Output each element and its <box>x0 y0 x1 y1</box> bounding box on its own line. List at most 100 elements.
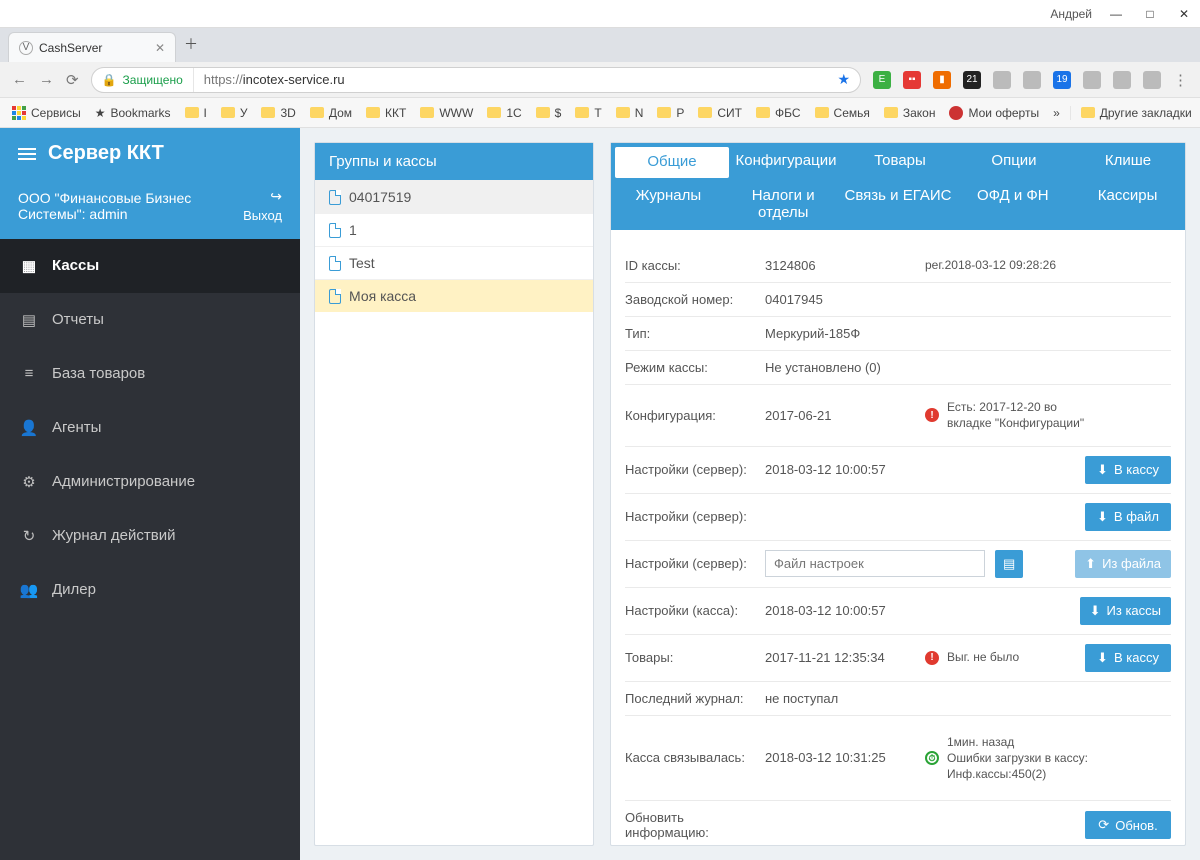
bookmark-folder[interactable]: T <box>575 106 601 120</box>
to-kassa-button[interactable]: ⬇В кассу <box>1085 644 1171 672</box>
list-item[interactable]: 04017519 <box>315 180 593 213</box>
tab-ofd[interactable]: ОФД и ФН <box>955 178 1070 230</box>
nav-agents[interactable]: 👤 Агенты <box>0 401 300 455</box>
nav-logs[interactable]: ↻ Журнал действий <box>0 509 300 563</box>
bookmark-folder[interactable]: N <box>616 106 644 120</box>
tab-config[interactable]: Конфигурации <box>729 143 843 178</box>
upload-icon: ⬆ <box>1085 556 1096 572</box>
browse-file-button[interactable]: ▤ <box>995 550 1023 578</box>
to-file-button[interactable]: ⬇В файл <box>1085 503 1171 531</box>
tab-close-icon[interactable]: ✕ <box>155 41 165 55</box>
reload-button[interactable]: ⟳ <box>66 71 79 89</box>
bookmark-folder[interactable]: P <box>657 106 684 120</box>
nav-dealer[interactable]: 👥 Дилер <box>0 563 300 617</box>
agent-icon: 👤 <box>20 419 38 437</box>
bookmark-folder[interactable]: WWW <box>420 106 473 120</box>
refresh-button[interactable]: ⟳Обнов. <box>1085 811 1171 839</box>
ok-icon <box>925 751 939 765</box>
sidebar-nav: ▦ Кассы ▤ Отчеты ≡ База товаров 👤 Агенты… <box>0 239 300 617</box>
browser-tab[interactable]: V CashServer ✕ <box>8 32 176 62</box>
extension-icon[interactable] <box>993 71 1011 89</box>
tab-general[interactable]: Общие <box>615 147 729 178</box>
row-settings-server-2: Настройки (сервер): ⬇В файл <box>625 494 1171 541</box>
row-settings-server-3: Настройки (сервер): ▤ ⬆Из файла <box>625 541 1171 588</box>
sidebar: Сервер ККТ ООО "Финансовые Бизнес Систем… <box>0 128 300 860</box>
bookmark-folder[interactable]: I <box>185 106 207 120</box>
maximize-button[interactable]: □ <box>1142 7 1158 21</box>
bookmarks-overflow[interactable]: » <box>1053 106 1060 120</box>
tab-taxes[interactable]: Налоги и отделы <box>726 178 841 230</box>
bookmark-item[interactable]: Мои оферты <box>949 106 1039 120</box>
url-field[interactable]: 🔒 Защищено https://incotex-service.ru ★ <box>91 67 861 93</box>
row-settings-server-1: Настройки (сервер): 2018-03-12 10:00:57 … <box>625 447 1171 494</box>
star-icon[interactable]: ★ <box>837 71 850 88</box>
tab-journals[interactable]: Журналы <box>611 178 726 230</box>
extension-icon[interactable] <box>1113 71 1131 89</box>
tab-goods[interactable]: Товары <box>843 143 957 178</box>
bookmark-folder[interactable]: ККТ <box>366 106 406 120</box>
list-item[interactable]: Моя касса <box>315 279 593 312</box>
back-button[interactable]: ← <box>12 71 27 88</box>
settings-file-input[interactable] <box>765 550 985 577</box>
other-bookmarks[interactable]: Другие закладки <box>1081 106 1192 120</box>
org-name: ООО "Финансовые Бизнес Системы": admin <box>18 190 218 222</box>
tab-cashiers[interactable]: Кассиры <box>1070 178 1185 230</box>
close-button[interactable]: ✕ <box>1176 7 1192 21</box>
row-id: ID кассы: 3124806 рег.2018-03-12 09:28:2… <box>625 248 1171 283</box>
bookmark-folder[interactable]: $ <box>536 106 562 120</box>
bookmark-folder[interactable]: СИТ <box>698 106 742 120</box>
row-config: Конфигурация: 2017-06-21 !Есть: 2017-12-… <box>625 385 1171 446</box>
extension-icon[interactable]: ▪▪ <box>903 71 921 89</box>
menu-icon[interactable]: ⋮ <box>1173 71 1188 89</box>
nav-reports[interactable]: ▤ Отчеты <box>0 293 300 347</box>
nav-goods-db[interactable]: ≡ База товаров <box>0 347 300 401</box>
file-icon <box>329 289 341 304</box>
extension-icon[interactable]: 21 <box>963 71 981 89</box>
extension-icon[interactable]: 19 <box>1053 71 1071 89</box>
file-icon <box>329 223 341 238</box>
tab-egais[interactable]: Связь и ЕГАИС <box>841 178 956 230</box>
row-settings-kassa: Настройки (касса): 2018-03-12 10:00:57 ⬇… <box>625 588 1171 635</box>
download-icon: ⬇ <box>1097 650 1108 666</box>
nav-admin[interactable]: ⚙ Администрирование <box>0 455 300 509</box>
from-file-button[interactable]: ⬆Из файла <box>1075 550 1171 578</box>
bookmark-folder[interactable]: У <box>221 106 248 120</box>
gear-icon: ⚙ <box>20 473 38 491</box>
list-item[interactable]: 1 <box>315 213 593 246</box>
forward-button[interactable]: → <box>39 71 54 88</box>
new-tab-button[interactable]: ＋ <box>184 34 198 62</box>
bookmark-folder[interactable]: Закон <box>884 106 936 120</box>
detail-tabs: Общие Конфигурации Товары Опции Клише Жу… <box>611 143 1185 230</box>
tab-title: CashServer <box>39 41 149 55</box>
logout-button[interactable]: ↪ Выход <box>243 187 282 225</box>
file-icon: ▤ <box>1003 556 1015 572</box>
favicon-icon: V <box>19 41 33 55</box>
hamburger-icon[interactable] <box>18 148 36 160</box>
nav-kassy[interactable]: ▦ Кассы <box>0 239 300 293</box>
browser-tabstrip: V CashServer ✕ ＋ <box>0 28 1200 62</box>
bookmark-folder[interactable]: ФБС <box>756 106 801 120</box>
bookmark-folder[interactable]: 3D <box>261 106 295 120</box>
minimize-button[interactable]: — <box>1108 7 1124 21</box>
row-connection: Касса связывалась: 2018-03-12 10:31:25 1… <box>625 716 1171 802</box>
apps-button[interactable]: Сервисы <box>12 106 81 120</box>
bookmark-folder[interactable]: 1C <box>487 106 521 120</box>
bookmark-folder[interactable]: Дом <box>310 106 352 120</box>
extension-icon[interactable] <box>1143 71 1161 89</box>
groups-list: 04017519 1 Test Моя касса <box>315 180 593 312</box>
app-root: Сервер ККТ ООО "Финансовые Бизнес Систем… <box>0 128 1200 860</box>
extension-icon[interactable]: ▮ <box>933 71 951 89</box>
to-kassa-button[interactable]: ⬇В кассу <box>1085 456 1171 484</box>
tab-options[interactable]: Опции <box>957 143 1071 178</box>
bookmark-item[interactable]: ★Bookmarks <box>95 106 171 120</box>
tab-cliche[interactable]: Клише <box>1071 143 1185 178</box>
extension-icon[interactable] <box>1023 71 1041 89</box>
sidebar-header: Сервер ККТ <box>0 128 300 179</box>
extension-icon[interactable]: E <box>873 71 891 89</box>
download-icon: ⬇ <box>1097 462 1108 478</box>
from-kassa-button[interactable]: ⬇Из кассы <box>1080 597 1171 625</box>
download-icon: ⬇ <box>1097 509 1108 525</box>
extension-icon[interactable] <box>1083 71 1101 89</box>
bookmark-folder[interactable]: Семья <box>815 106 870 120</box>
list-item[interactable]: Test <box>315 246 593 279</box>
